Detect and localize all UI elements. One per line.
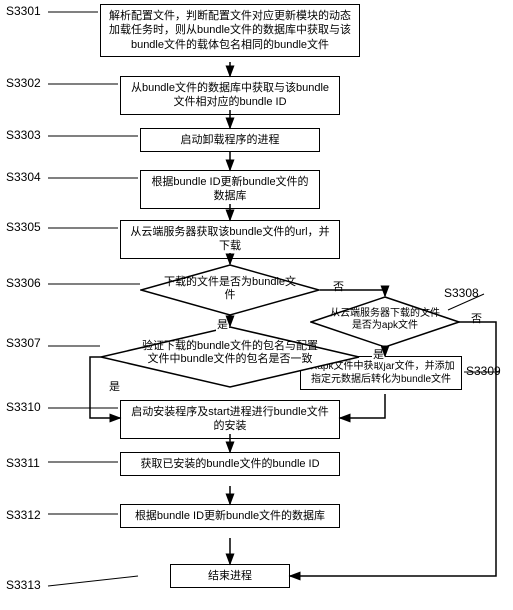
node-s3313: 结束进程 [170,564,290,588]
edge-no-s3306: 否 [332,278,345,294]
node-s3311: 获取已安装的bundle文件的bundle ID [120,452,340,476]
edge-yes-s3306: 是 [216,316,229,332]
step-label-s3303: S3303 [6,128,41,142]
flowchart-stage: S3301 S3302 S3303 S3304 S3305 S3306 S330… [0,0,513,610]
step-label-s3313: S3313 [6,578,41,592]
step-label-s3307: S3307 [6,336,41,350]
decision-s3306-text: 下载的文件是否为bundle文件 [160,276,300,302]
decision-s3308: 从云端服务器下载的文件是否为apk文件 [310,296,460,348]
step-label-s3304: S3304 [6,170,41,184]
node-s3310: 启动安装程序及start进程进行bundle文件的安装 [120,400,340,439]
node-s3301: 解析配置文件，判断配置文件对应更新模块的动态加载任务时，则从bundle文件的数… [100,4,360,57]
decision-s3306: 下载的文件是否为bundle文件 [140,264,320,316]
decision-s3307-text: 验证下载的bundle文件的包名与配置文件中bundle文件的包名是否一致 [140,340,320,366]
step-label-s3310: S3310 [6,400,41,414]
node-s3305: 从云端服务器获取该bundle文件的url，并下载 [120,220,340,259]
step-label-s3305: S3305 [6,220,41,234]
step-label-s3312: S3312 [6,508,41,522]
node-s3312: 根据bundle ID更新bundle文件的数据库 [120,504,340,528]
edge-yes-s3308: 是 [372,346,385,362]
step-label-s3302: S3302 [6,76,41,90]
step-label-s3301: S3301 [6,4,41,18]
node-s3302: 从bundle文件的数据库中获取与该bundle文件相对应的bundle ID [120,76,340,115]
edge-yes-s3307: 是 [108,378,121,394]
decision-s3308-text: 从云端服务器下载的文件是否为apk文件 [328,308,442,332]
edge-no-s3308: 否 [470,310,483,326]
node-s3303: 启动卸载程序的进程 [140,128,320,152]
node-s3304: 根据bundle ID更新bundle文件的数据库 [140,170,320,209]
step-label-s3311: S3311 [6,456,40,470]
step-label-s3309: S3309 [466,364,501,378]
step-label-s3306: S3306 [6,276,41,290]
